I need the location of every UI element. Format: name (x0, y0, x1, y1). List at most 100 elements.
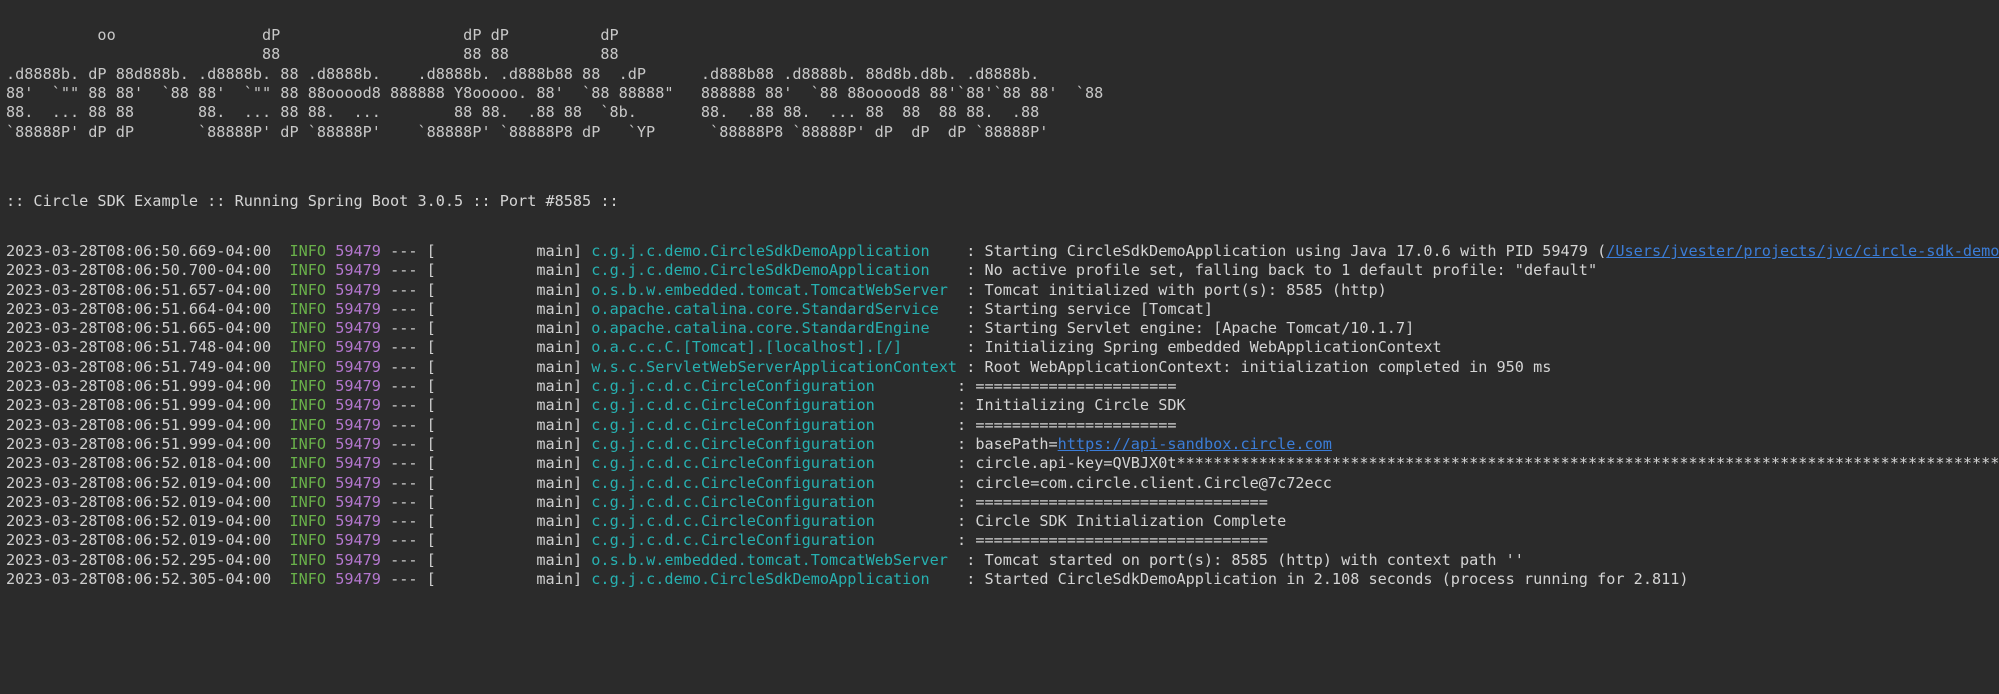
log-pid: 59479 (335, 261, 381, 280)
log-pid: 59479 (335, 570, 381, 589)
log-thread: [ main] (426, 338, 583, 357)
log-pid: 59479 (335, 396, 381, 415)
log-message: : ================================ (957, 531, 1268, 550)
log-separator: --- (390, 261, 418, 280)
spring-boot-tagline: :: Circle SDK Example :: Running Spring … (6, 192, 619, 210)
log-message: : Tomcat initialized with port(s): 8585 … (966, 280, 1387, 299)
log-message: : basePath= (957, 434, 1058, 453)
log-pid: 59479 (335, 492, 381, 511)
log-link[interactable]: https://api-sandbox.circle.com (1058, 435, 1332, 453)
log-message: : ================================ (957, 492, 1268, 511)
log-thread: [ main] (426, 473, 583, 492)
log-pid: 59479 (335, 531, 381, 550)
log-timestamp: 2023-03-28T08:06:51.657-04:00 (6, 280, 272, 299)
log-line: 2023-03-28T08:06:52.019-04:00 INFO 59479… (6, 512, 1999, 531)
log-thread: [ main] (426, 492, 583, 511)
log-timestamp: 2023-03-28T08:06:52.019-04:00 (6, 531, 272, 550)
log-pid: 59479 (335, 242, 381, 260)
log-level: INFO (289, 473, 327, 492)
log-line: 2023-03-28T08:06:51.999-04:00 INFO 59479… (6, 416, 1999, 435)
log-message: : No active profile set, falling back to… (966, 261, 1598, 280)
log-level: INFO (289, 280, 327, 299)
log-level: INFO (289, 550, 327, 569)
log-line: 2023-03-28T08:06:52.019-04:00 INFO 59479… (6, 493, 1999, 512)
log-pid: 59479 (335, 338, 381, 357)
log-line: 2023-03-28T08:06:51.665-04:00 INFO 59479… (6, 319, 1999, 338)
log-timestamp: 2023-03-28T08:06:52.019-04:00 (6, 512, 272, 531)
log-separator: --- (390, 396, 418, 415)
log-pid: 59479 (335, 512, 381, 531)
terminal-console[interactable]: oo dP dP dP dP 88 88 88 88 .d8888b. dP 8… (0, 0, 1999, 694)
log-timestamp: 2023-03-28T08:06:51.664-04:00 (6, 299, 272, 318)
log-logger: c.g.j.c.d.c.CircleConfiguration (591, 512, 948, 531)
log-logger: c.g.j.c.demo.CircleSdkDemoApplication (591, 242, 958, 260)
log-logger: c.g.j.c.d.c.CircleConfiguration (591, 434, 948, 453)
log-pid: 59479 (335, 377, 381, 396)
log-output: 2023-03-28T08:06:50.669-04:00 INFO 59479… (6, 242, 1999, 589)
log-level: INFO (289, 531, 327, 550)
log-thread: [ main] (426, 242, 583, 260)
log-timestamp: 2023-03-28T08:06:52.295-04:00 (6, 550, 272, 569)
log-message: : Starting CircleSdkDemoApplication usin… (966, 242, 1607, 260)
log-separator: --- (390, 512, 418, 531)
log-logger: c.g.j.c.d.c.CircleConfiguration (591, 454, 948, 473)
log-level: INFO (289, 338, 327, 357)
log-message: : Initializing Circle SDK (957, 396, 1186, 415)
log-logger: c.g.j.c.demo.CircleSdkDemoApplication (591, 570, 958, 589)
log-separator: --- (390, 570, 418, 589)
log-line: 2023-03-28T08:06:52.295-04:00 INFO 59479… (6, 551, 1999, 570)
log-timestamp: 2023-03-28T08:06:51.999-04:00 (6, 434, 272, 453)
log-thread: [ main] (426, 396, 583, 415)
log-separator: --- (390, 454, 418, 473)
log-logger: c.g.j.c.d.c.CircleConfiguration (591, 531, 948, 550)
log-line: 2023-03-28T08:06:52.018-04:00 INFO 59479… (6, 454, 1999, 473)
log-timestamp: 2023-03-28T08:06:52.018-04:00 (6, 454, 272, 473)
log-separator: --- (390, 357, 418, 376)
log-logger: o.a.c.c.C.[Tomcat].[localhost].[/] (591, 338, 958, 357)
log-message: : Started CircleSdkDemoApplication in 2.… (966, 570, 1689, 589)
log-line: 2023-03-28T08:06:51.657-04:00 INFO 59479… (6, 281, 1999, 300)
log-line: 2023-03-28T08:06:51.664-04:00 INFO 59479… (6, 300, 1999, 319)
log-logger: o.s.b.w.embedded.tomcat.TomcatWebServer (591, 550, 958, 569)
log-logger: w.s.c.ServletWebServerApplicationContext (591, 357, 958, 376)
log-line: 2023-03-28T08:06:52.019-04:00 INFO 59479… (6, 474, 1999, 493)
log-level: INFO (289, 319, 327, 338)
log-separator: --- (390, 473, 418, 492)
log-logger: c.g.j.c.d.c.CircleConfiguration (591, 415, 948, 434)
log-logger: c.g.j.c.demo.CircleSdkDemoApplication (591, 261, 958, 280)
log-level: INFO (289, 570, 327, 589)
log-pid: 59479 (335, 299, 381, 318)
log-separator: --- (390, 492, 418, 511)
log-message: : ====================== (957, 415, 1177, 434)
log-timestamp: 2023-03-28T08:06:51.748-04:00 (6, 338, 272, 357)
log-message: : Tomcat started on port(s): 8585 (http)… (966, 550, 1524, 569)
log-thread: [ main] (426, 531, 583, 550)
log-thread: [ main] (426, 357, 583, 376)
log-pid: 59479 (335, 454, 381, 473)
log-logger: o.apache.catalina.core.StandardService (591, 299, 958, 318)
log-timestamp: 2023-03-28T08:06:52.019-04:00 (6, 473, 272, 492)
log-link[interactable]: /Users/jvester/projects/jvc/circle-sdk-d… (1606, 242, 1999, 260)
log-logger: c.g.j.c.d.c.CircleConfiguration (591, 377, 948, 396)
log-message: : ====================== (957, 377, 1177, 396)
log-separator: --- (390, 377, 418, 396)
log-pid: 59479 (335, 415, 381, 434)
log-logger: c.g.j.c.d.c.CircleConfiguration (591, 396, 948, 415)
log-separator: --- (390, 550, 418, 569)
log-timestamp: 2023-03-28T08:06:51.999-04:00 (6, 415, 272, 434)
log-line: 2023-03-28T08:06:52.305-04:00 INFO 59479… (6, 570, 1999, 589)
log-level: INFO (289, 299, 327, 318)
log-line: 2023-03-28T08:06:52.019-04:00 INFO 59479… (6, 531, 1999, 550)
log-level: INFO (289, 454, 327, 473)
log-level: INFO (289, 434, 327, 453)
log-pid: 59479 (335, 434, 381, 453)
log-separator: --- (390, 415, 418, 434)
log-timestamp: 2023-03-28T08:06:50.700-04:00 (6, 261, 272, 280)
log-timestamp: 2023-03-28T08:06:50.669-04:00 (6, 242, 272, 260)
log-logger: o.apache.catalina.core.StandardEngine (591, 319, 958, 338)
log-timestamp: 2023-03-28T08:06:51.665-04:00 (6, 319, 272, 338)
log-timestamp: 2023-03-28T08:06:52.305-04:00 (6, 570, 272, 589)
log-thread: [ main] (426, 299, 583, 318)
log-pid: 59479 (335, 473, 381, 492)
log-pid: 59479 (335, 550, 381, 569)
